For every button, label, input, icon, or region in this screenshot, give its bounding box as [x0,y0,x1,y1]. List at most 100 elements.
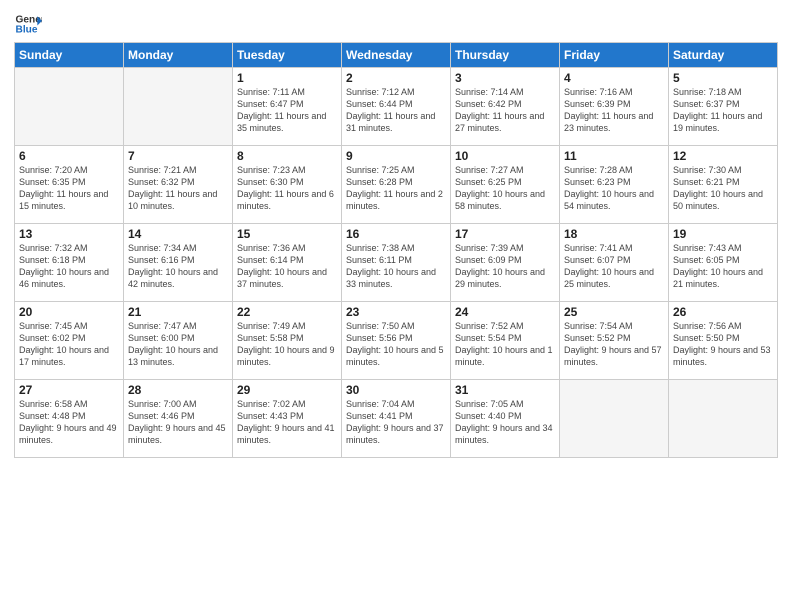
day-info: Sunrise: 7:41 AM Sunset: 6:07 PM Dayligh… [564,242,664,291]
day-number: 10 [455,149,555,163]
day-number: 12 [673,149,773,163]
day-info: Sunrise: 7:43 AM Sunset: 6:05 PM Dayligh… [673,242,773,291]
logo: General Blue [14,10,42,38]
day-number: 23 [346,305,446,319]
day-number: 15 [237,227,337,241]
day-number: 8 [237,149,337,163]
day-header-thursday: Thursday [451,43,560,68]
calendar-cell: 2Sunrise: 7:12 AM Sunset: 6:44 PM Daylig… [342,68,451,146]
day-info: Sunrise: 7:32 AM Sunset: 6:18 PM Dayligh… [19,242,119,291]
calendar-cell: 25Sunrise: 7:54 AM Sunset: 5:52 PM Dayli… [560,302,669,380]
day-number: 21 [128,305,228,319]
calendar-week-row: 13Sunrise: 7:32 AM Sunset: 6:18 PM Dayli… [15,224,778,302]
header: General Blue [14,10,778,38]
day-number: 26 [673,305,773,319]
calendar-cell: 20Sunrise: 7:45 AM Sunset: 6:02 PM Dayli… [15,302,124,380]
day-number: 30 [346,383,446,397]
day-number: 20 [19,305,119,319]
day-info: Sunrise: 7:11 AM Sunset: 6:47 PM Dayligh… [237,86,337,135]
calendar-cell: 6Sunrise: 7:20 AM Sunset: 6:35 PM Daylig… [15,146,124,224]
calendar-cell: 27Sunrise: 6:58 AM Sunset: 4:48 PM Dayli… [15,380,124,458]
day-info: Sunrise: 7:36 AM Sunset: 6:14 PM Dayligh… [237,242,337,291]
day-info: Sunrise: 7:20 AM Sunset: 6:35 PM Dayligh… [19,164,119,213]
day-info: Sunrise: 7:54 AM Sunset: 5:52 PM Dayligh… [564,320,664,369]
calendar-cell: 16Sunrise: 7:38 AM Sunset: 6:11 PM Dayli… [342,224,451,302]
calendar-cell: 23Sunrise: 7:50 AM Sunset: 5:56 PM Dayli… [342,302,451,380]
day-info: Sunrise: 7:56 AM Sunset: 5:50 PM Dayligh… [673,320,773,369]
day-info: Sunrise: 6:58 AM Sunset: 4:48 PM Dayligh… [19,398,119,447]
svg-text:Blue: Blue [16,25,38,36]
day-header-tuesday: Tuesday [233,43,342,68]
day-info: Sunrise: 7:16 AM Sunset: 6:39 PM Dayligh… [564,86,664,135]
calendar-week-row: 27Sunrise: 6:58 AM Sunset: 4:48 PM Dayli… [15,380,778,458]
day-info: Sunrise: 7:18 AM Sunset: 6:37 PM Dayligh… [673,86,773,135]
day-header-friday: Friday [560,43,669,68]
day-number: 24 [455,305,555,319]
calendar-cell: 1Sunrise: 7:11 AM Sunset: 6:47 PM Daylig… [233,68,342,146]
day-number: 28 [128,383,228,397]
day-info: Sunrise: 7:04 AM Sunset: 4:41 PM Dayligh… [346,398,446,447]
calendar-cell: 19Sunrise: 7:43 AM Sunset: 6:05 PM Dayli… [669,224,778,302]
day-number: 31 [455,383,555,397]
calendar-cell: 24Sunrise: 7:52 AM Sunset: 5:54 PM Dayli… [451,302,560,380]
day-header-wednesday: Wednesday [342,43,451,68]
day-number: 2 [346,71,446,85]
day-info: Sunrise: 7:25 AM Sunset: 6:28 PM Dayligh… [346,164,446,213]
day-number: 9 [346,149,446,163]
day-info: Sunrise: 7:38 AM Sunset: 6:11 PM Dayligh… [346,242,446,291]
calendar-cell [669,380,778,458]
day-info: Sunrise: 7:45 AM Sunset: 6:02 PM Dayligh… [19,320,119,369]
day-number: 3 [455,71,555,85]
day-number: 29 [237,383,337,397]
calendar-cell: 3Sunrise: 7:14 AM Sunset: 6:42 PM Daylig… [451,68,560,146]
calendar-cell: 29Sunrise: 7:02 AM Sunset: 4:43 PM Dayli… [233,380,342,458]
day-info: Sunrise: 7:21 AM Sunset: 6:32 PM Dayligh… [128,164,228,213]
day-info: Sunrise: 7:49 AM Sunset: 5:58 PM Dayligh… [237,320,337,369]
day-info: Sunrise: 7:47 AM Sunset: 6:00 PM Dayligh… [128,320,228,369]
calendar-cell: 9Sunrise: 7:25 AM Sunset: 6:28 PM Daylig… [342,146,451,224]
calendar-cell: 15Sunrise: 7:36 AM Sunset: 6:14 PM Dayli… [233,224,342,302]
logo-icon: General Blue [14,10,42,38]
day-number: 22 [237,305,337,319]
calendar-cell: 5Sunrise: 7:18 AM Sunset: 6:37 PM Daylig… [669,68,778,146]
calendar-cell [124,68,233,146]
day-number: 27 [19,383,119,397]
calendar-cell: 26Sunrise: 7:56 AM Sunset: 5:50 PM Dayli… [669,302,778,380]
day-number: 14 [128,227,228,241]
calendar-header-row: SundayMondayTuesdayWednesdayThursdayFrid… [15,43,778,68]
day-number: 11 [564,149,664,163]
day-info: Sunrise: 7:28 AM Sunset: 6:23 PM Dayligh… [564,164,664,213]
day-number: 17 [455,227,555,241]
calendar-cell: 13Sunrise: 7:32 AM Sunset: 6:18 PM Dayli… [15,224,124,302]
day-info: Sunrise: 7:30 AM Sunset: 6:21 PM Dayligh… [673,164,773,213]
day-info: Sunrise: 7:52 AM Sunset: 5:54 PM Dayligh… [455,320,555,369]
calendar-cell: 17Sunrise: 7:39 AM Sunset: 6:09 PM Dayli… [451,224,560,302]
calendar-cell: 31Sunrise: 7:05 AM Sunset: 4:40 PM Dayli… [451,380,560,458]
day-info: Sunrise: 7:23 AM Sunset: 6:30 PM Dayligh… [237,164,337,213]
calendar-week-row: 20Sunrise: 7:45 AM Sunset: 6:02 PM Dayli… [15,302,778,380]
calendar-cell: 8Sunrise: 7:23 AM Sunset: 6:30 PM Daylig… [233,146,342,224]
calendar: SundayMondayTuesdayWednesdayThursdayFrid… [14,42,778,458]
calendar-cell [560,380,669,458]
calendar-cell: 4Sunrise: 7:16 AM Sunset: 6:39 PM Daylig… [560,68,669,146]
calendar-cell: 14Sunrise: 7:34 AM Sunset: 6:16 PM Dayli… [124,224,233,302]
page: General Blue SundayMondayTuesdayWednesda… [0,0,792,612]
day-info: Sunrise: 7:34 AM Sunset: 6:16 PM Dayligh… [128,242,228,291]
day-info: Sunrise: 7:02 AM Sunset: 4:43 PM Dayligh… [237,398,337,447]
calendar-cell: 12Sunrise: 7:30 AM Sunset: 6:21 PM Dayli… [669,146,778,224]
day-info: Sunrise: 7:27 AM Sunset: 6:25 PM Dayligh… [455,164,555,213]
day-number: 25 [564,305,664,319]
day-info: Sunrise: 7:05 AM Sunset: 4:40 PM Dayligh… [455,398,555,447]
calendar-week-row: 1Sunrise: 7:11 AM Sunset: 6:47 PM Daylig… [15,68,778,146]
day-header-sunday: Sunday [15,43,124,68]
day-header-saturday: Saturday [669,43,778,68]
day-info: Sunrise: 7:50 AM Sunset: 5:56 PM Dayligh… [346,320,446,369]
day-number: 1 [237,71,337,85]
calendar-cell: 10Sunrise: 7:27 AM Sunset: 6:25 PM Dayli… [451,146,560,224]
day-number: 18 [564,227,664,241]
calendar-cell: 18Sunrise: 7:41 AM Sunset: 6:07 PM Dayli… [560,224,669,302]
calendar-cell: 30Sunrise: 7:04 AM Sunset: 4:41 PM Dayli… [342,380,451,458]
day-number: 16 [346,227,446,241]
calendar-cell: 7Sunrise: 7:21 AM Sunset: 6:32 PM Daylig… [124,146,233,224]
day-info: Sunrise: 7:12 AM Sunset: 6:44 PM Dayligh… [346,86,446,135]
